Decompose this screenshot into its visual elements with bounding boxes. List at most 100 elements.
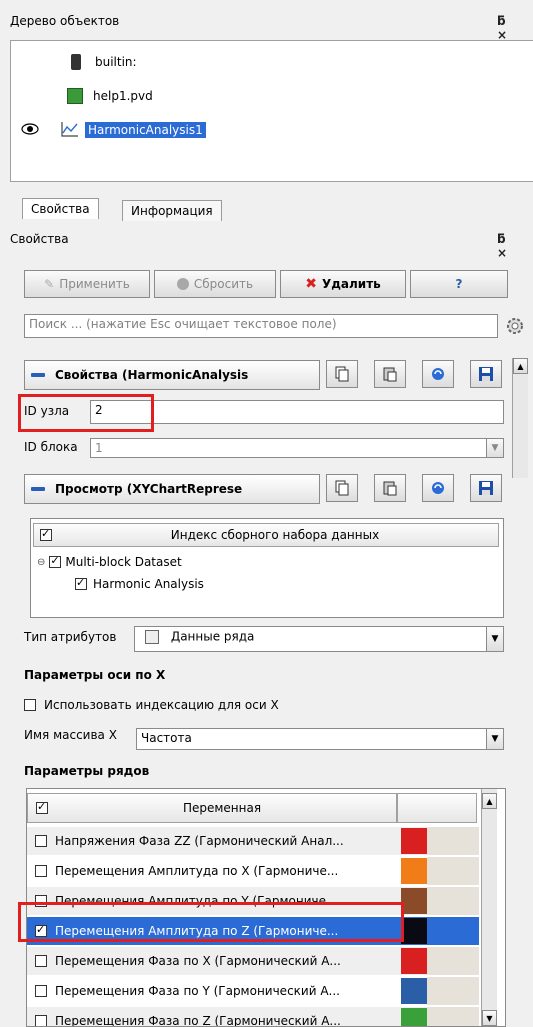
tab-properties[interactable]: Свойства: [22, 198, 99, 219]
line-chart-icon: [61, 121, 79, 140]
attr-type-combo[interactable]: Данные ряда ▼: [134, 626, 504, 652]
apply-button[interactable]: ✎ Применить: [24, 270, 150, 298]
series-label: Перемещения Амплитуда по Z (Гармониче...: [55, 924, 339, 938]
collapse-icon: [31, 373, 45, 377]
save-icon[interactable]: [470, 474, 502, 502]
use-index-checkbox-row[interactable]: Использовать индексацию для оси X: [24, 698, 279, 712]
series-label: Перемещения Фаза по X (Гармонический А..…: [55, 954, 341, 968]
server-icon: [71, 54, 81, 70]
attr-type-label: Тип атрибутов: [24, 630, 117, 644]
eye-icon[interactable]: [21, 122, 39, 138]
tree-item-builtin[interactable]: builtin:: [71, 51, 137, 73]
series-row[interactable]: Перемещения Амплитуда по Y (Гармониче...: [27, 887, 479, 915]
series-label: Перемещения Фаза по Z (Гармонический А..…: [55, 1014, 341, 1027]
node-id-label: ID узла: [24, 404, 70, 418]
reset-button[interactable]: Сбросить: [154, 270, 276, 298]
series-color-swatch[interactable]: [401, 858, 427, 884]
save-icon[interactable]: [470, 360, 502, 388]
view-section-header[interactable]: Просмотр (XYChartReprese: [24, 474, 320, 504]
tree-row-multiblock[interactable]: ⊖ Multi-block Dataset: [37, 554, 182, 569]
series-label: Перемещения Фаза по Y (Гармонический А..…: [55, 984, 340, 998]
x-axis-header: Параметры оси по X: [24, 668, 166, 682]
series-label: Напряжения Фаза ZZ (Гармонический Анал..…: [55, 834, 344, 848]
help-button[interactable]: ?: [410, 270, 508, 298]
properties-dock-buttons[interactable]: ƃ ×: [497, 232, 533, 260]
series-checkbox[interactable]: [35, 955, 47, 967]
x-array-combo[interactable]: Частота ▼: [136, 728, 504, 750]
series-color-swatch[interactable]: [401, 1008, 427, 1026]
collapse-icon: [31, 487, 45, 491]
paste-icon[interactable]: [374, 474, 406, 502]
refresh-icon[interactable]: [422, 360, 454, 388]
series-row[interactable]: Перемещения Амплитуда по Z (Гармониче...: [27, 917, 479, 945]
series-color-swatch[interactable]: [401, 828, 427, 854]
composite-index-tree[interactable]: Индекс сборного набора данных ⊖ Multi-bl…: [30, 518, 504, 618]
series-color-swatch[interactable]: [401, 948, 427, 974]
series-checkbox[interactable]: [35, 895, 47, 907]
dock-buttons[interactable]: ƃ ×: [497, 14, 533, 42]
series-header: Параметры рядов: [24, 764, 150, 778]
series-column-header[interactable]: Переменная: [27, 793, 397, 823]
object-tree[interactable]: builtin: help1.pvd HarmonicAnalysis1: [10, 40, 533, 182]
series-color-cell: [427, 1007, 479, 1026]
scroll-up-icon[interactable]: ▲: [482, 793, 497, 809]
refresh-icon[interactable]: [422, 474, 454, 502]
chevron-down-icon: ▼: [486, 439, 503, 457]
tree-item-help1[interactable]: help1.pvd: [67, 85, 153, 107]
color-column-header: [397, 793, 477, 823]
series-color-cell: [427, 857, 479, 885]
harmonic-checkbox[interactable]: [75, 576, 87, 590]
copy-icon[interactable]: [326, 360, 358, 388]
tree-row-harmonic[interactable]: Harmonic Analysis: [75, 576, 204, 591]
block-id-combo[interactable]: 1 ▼: [90, 438, 504, 458]
table-icon: [145, 629, 159, 644]
series-checkbox[interactable]: [35, 1015, 47, 1026]
series-checkbox[interactable]: [35, 985, 47, 997]
chevron-down-icon: ▼: [486, 729, 503, 749]
tab-information[interactable]: Информация: [122, 200, 222, 221]
gear-icon[interactable]: [504, 315, 526, 340]
search-input[interactable]: Поиск ... (нажатие Esc очищает текстовое…: [24, 314, 498, 338]
scroll-down-icon[interactable]: ▼: [482, 1010, 497, 1026]
apply-icon: ✎: [44, 277, 55, 291]
paste-icon[interactable]: [374, 360, 406, 388]
multiblock-checkbox[interactable]: [49, 554, 62, 568]
series-header-checkbox[interactable]: [36, 800, 48, 814]
series-color-cell: [427, 827, 479, 855]
composite-header[interactable]: Индекс сборного набора данных: [33, 523, 499, 547]
series-checkbox[interactable]: [35, 923, 47, 937]
copy-icon[interactable]: [326, 474, 358, 502]
series-label: Перемещения Амплитуда по X (Гармониче...: [55, 864, 339, 878]
series-row[interactable]: Перемещения Фаза по Y (Гармонический А..…: [27, 977, 479, 1005]
series-row[interactable]: Перемещения Фаза по Z (Гармонический А..…: [27, 1007, 479, 1027]
delete-button[interactable]: ✖ Удалить: [280, 270, 406, 298]
series-row[interactable]: Перемещения Фаза по X (Гармонический А..…: [27, 947, 479, 975]
series-label: Перемещения Амплитуда по Y (Гармониче...: [55, 894, 338, 908]
reset-icon: [176, 278, 189, 290]
series-color-swatch[interactable]: [401, 918, 427, 944]
series-checkbox[interactable]: [35, 835, 47, 847]
series-table[interactable]: Переменная ▲ ▼ Напряжения Фаза ZZ (Гармо…: [26, 788, 506, 1027]
series-row[interactable]: Перемещения Амплитуда по X (Гармониче...: [27, 857, 479, 885]
properties-title: Свойства: [10, 232, 69, 246]
scroll-up-icon[interactable]: ▲: [513, 358, 528, 374]
use-index-checkbox[interactable]: [24, 699, 36, 711]
series-scrollbar[interactable]: ▲ ▼: [481, 789, 497, 1026]
delete-x-icon: ✖: [305, 276, 317, 292]
object-tree-title: Дерево объектов: [10, 14, 120, 28]
node-id-input[interactable]: 2: [90, 400, 504, 424]
series-row[interactable]: Напряжения Фаза ZZ (Гармонический Анал..…: [27, 827, 479, 855]
dataset-cube-icon: [67, 88, 83, 104]
tree-item-harmonic[interactable]: HarmonicAnalysis1: [21, 119, 206, 141]
series-color-cell: [427, 977, 479, 1005]
series-color-cell: [427, 917, 479, 945]
series-color-swatch[interactable]: [401, 978, 427, 1004]
series-color-cell: [427, 887, 479, 915]
properties-section-header[interactable]: Свойства (HarmonicAnalysis: [24, 360, 320, 390]
series-color-cell: [427, 947, 479, 975]
collapse-tree-icon[interactable]: ⊖: [37, 557, 45, 568]
properties-scrollbar[interactable]: ▲: [512, 358, 528, 478]
series-checkbox[interactable]: [35, 865, 47, 877]
header-checkbox[interactable]: [40, 527, 52, 541]
series-color-swatch[interactable]: [401, 888, 427, 914]
